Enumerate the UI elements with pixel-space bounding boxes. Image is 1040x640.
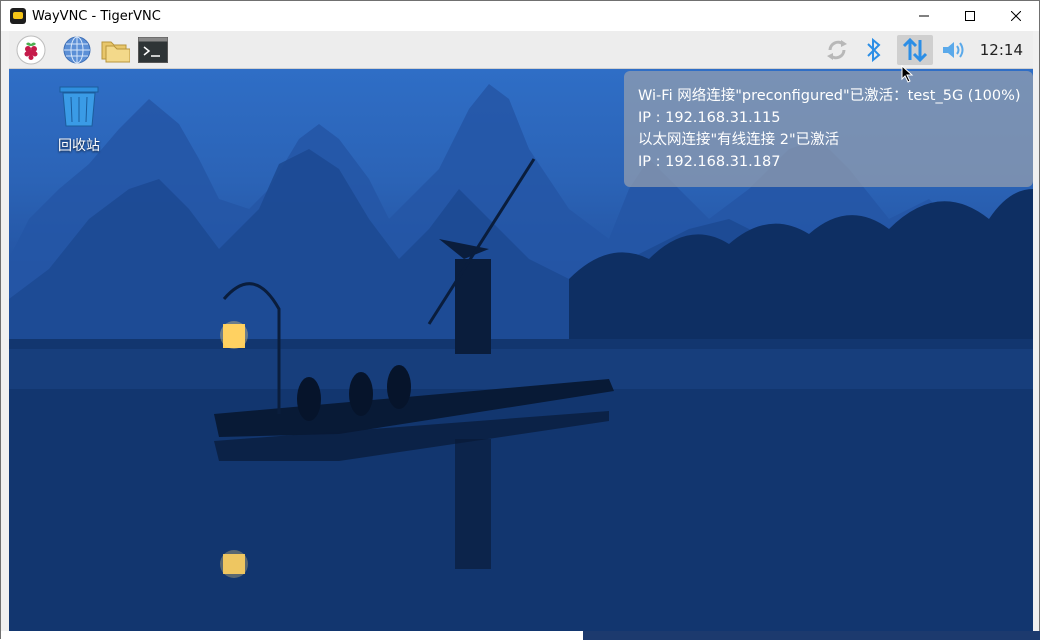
volume-icon bbox=[943, 42, 964, 58]
close-icon bbox=[1011, 11, 1021, 21]
panel-clock[interactable]: 12:14 bbox=[980, 41, 1023, 59]
terminal-icon bbox=[138, 37, 168, 63]
maximize-button[interactable] bbox=[947, 1, 993, 31]
maximize-icon bbox=[965, 11, 975, 21]
web-browser-button[interactable] bbox=[62, 35, 92, 65]
desktop[interactable]: 回收站 Wi-Fi 网络连接"preconfigured"已激活：test_5G… bbox=[9, 69, 1033, 631]
trash-desktop-icon[interactable]: 回收站 bbox=[49, 83, 109, 155]
globe-icon bbox=[63, 36, 91, 64]
terminal-button[interactable] bbox=[138, 35, 168, 65]
bluetooth-icon bbox=[867, 37, 881, 63]
ethernet-ip-text: IP : 192.168.31.187 bbox=[638, 154, 781, 170]
mouse-cursor-icon bbox=[901, 65, 914, 83]
file-manager-button[interactable] bbox=[100, 35, 130, 65]
volume-button[interactable] bbox=[939, 35, 969, 65]
title-bar[interactable]: WayVNC - TigerVNC bbox=[1, 1, 1039, 31]
minimize-icon bbox=[919, 15, 929, 17]
network-updown-icon bbox=[902, 37, 928, 63]
folder-icon bbox=[101, 41, 130, 63]
network-sync-button[interactable] bbox=[822, 35, 852, 65]
taskbar-panel: 12:14 bbox=[9, 31, 1033, 69]
tigervnc-app-icon bbox=[10, 8, 26, 24]
window-title: WayVNC - TigerVNC bbox=[32, 8, 161, 24]
trash-label: 回收站 bbox=[58, 138, 100, 154]
trash-icon bbox=[59, 86, 99, 127]
vnc-window: WayVNC - TigerVNC 12:14 回收站 Wi-Fi 网络连接"p… bbox=[0, 0, 1040, 640]
raspberry-menu-button[interactable] bbox=[16, 35, 46, 65]
ethernet-status-text: 以太网连接"有线连接 2"已激活 bbox=[638, 132, 840, 148]
window-controls bbox=[901, 1, 1039, 31]
close-button[interactable] bbox=[993, 1, 1039, 31]
wifi-status-text: Wi-Fi 网络连接"preconfigured"已激活：test_5G (10… bbox=[638, 88, 1021, 104]
minimize-button[interactable] bbox=[901, 1, 947, 31]
network-sync-icon bbox=[827, 40, 847, 60]
bluetooth-button[interactable] bbox=[859, 35, 889, 65]
raspberry-menu-icon bbox=[16, 35, 46, 65]
network-button[interactable] bbox=[897, 35, 933, 65]
wifi-ip-text: IP : 192.168.31.115 bbox=[638, 110, 781, 126]
network-status-tooltip: Wi-Fi 网络连接"preconfigured"已激活：test_5G (10… bbox=[624, 71, 1033, 187]
